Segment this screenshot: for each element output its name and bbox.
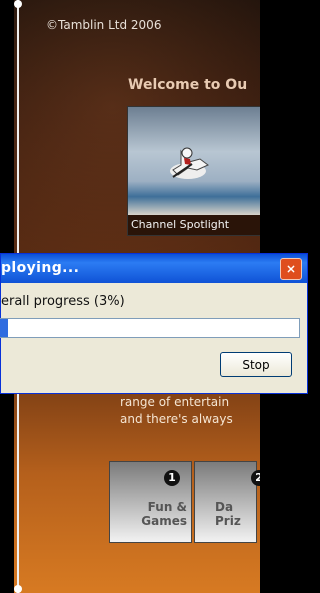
dialog-title: ploying...	[1, 260, 80, 276]
progress-label: erall progress (3%)	[1, 294, 125, 309]
tile-daily-prizes[interactable]: 2 Da Priz	[194, 461, 267, 543]
progress-bar	[0, 318, 300, 338]
tile-number-badge: 1	[164, 470, 180, 486]
copyright-text: ©Tamblin Ltd 2006	[46, 18, 162, 32]
spotlight-caption: Channel Spotlight	[128, 215, 260, 235]
close-button[interactable]	[280, 258, 302, 280]
tile-fun-games[interactable]: 1 Fun & Games	[109, 461, 192, 543]
stop-button[interactable]: Stop	[220, 352, 292, 377]
body-text: range of entertain and there's always	[120, 394, 260, 428]
channel-spotlight-card[interactable]: Channel Spotlight	[127, 106, 260, 236]
progress-fill	[0, 319, 8, 337]
welcome-heading: Welcome to Ou	[128, 77, 248, 93]
tile-title: Da Priz	[215, 500, 241, 528]
deploying-dialog: ploying... erall progress (3%) Stop	[0, 253, 308, 394]
selection-handle-top[interactable]	[14, 0, 22, 8]
body-line: and there's always	[120, 412, 233, 426]
tile-title: Fun & Games	[141, 500, 187, 528]
close-icon	[287, 265, 295, 273]
kitesurfer-image	[170, 147, 209, 179]
selection-handle-bottom[interactable]	[14, 585, 22, 593]
body-line: range of entertain	[120, 395, 230, 409]
dialog-titlebar[interactable]: ploying...	[1, 254, 307, 283]
